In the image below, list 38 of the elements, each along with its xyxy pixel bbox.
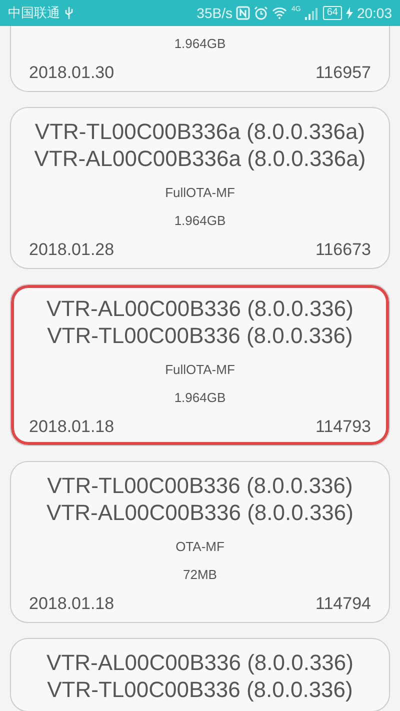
nfc-icon <box>236 6 250 20</box>
firmware-version: VTR-AL00C00B336 (8.0.0.336) <box>46 295 354 322</box>
release-date: 2018.01.28 <box>29 240 114 260</box>
package-type: OTA-MF <box>176 539 224 554</box>
carrier-name: 中国联通 <box>8 5 60 22</box>
firmware-card[interactable]: VTR-TL00C00B336 (8.0.0.336) VTR-AL00C00B336 (8.0.0.336) OTA-MF 72MB 2018.01.18 114794 <box>10 461 390 623</box>
firmware-version: VTR-AL00C00B336 (8.0.0.336) <box>46 649 354 676</box>
release-date: 2018.01.30 <box>29 63 114 83</box>
firmware-version: VTR-TL00C00B336 (8.0.0.336) <box>47 472 353 499</box>
package-type: FullOTA-MF <box>165 185 235 200</box>
package-size: 72MB <box>183 567 217 582</box>
firmware-card[interactable]: VTR-TL00C00B336a (8.0.0.336a) VTR-AL00C00B336a (8.0.0.336a) FullOTA-MF 1.964GB 2018.01.28 116673 <box>10 107 390 269</box>
package-id: 114793 <box>316 417 371 437</box>
package-type: FullOTA-MF <box>165 362 235 377</box>
wifi-icon <box>272 7 288 19</box>
clock-time: 20:03 <box>356 5 392 21</box>
release-date: 2018.01.18 <box>29 417 114 437</box>
firmware-card[interactable]: VTR-AL00C00B336 (8.0.0.336) VTR-TL00C00B336 (8.0.0.336) FullOTA-MF 1.964GB 2018.01.18 114793 <box>10 284 390 446</box>
firmware-card[interactable]: VTR-AL00C00B336 (8.0.0.336) VTR-TL00C00B336 (8.0.0.336) <box>10 638 390 711</box>
signal-icon <box>304 6 319 20</box>
package-id: 116957 <box>316 63 371 83</box>
battery-level: 64 <box>322 6 342 20</box>
firmware-version: VTR-AL00C00B336 (8.0.0.336) <box>46 499 354 526</box>
package-size: 1.964GB <box>174 213 226 228</box>
release-date: 2018.01.18 <box>29 594 114 614</box>
alarm-icon <box>254 6 268 20</box>
package-id: 116673 <box>316 240 371 260</box>
firmware-card[interactable]: 1.964GB 2018.01.30 116957 <box>10 26 390 92</box>
firmware-version: VTR-TL00C00B336a (8.0.0.336a) <box>34 118 366 145</box>
charging-icon <box>346 7 353 19</box>
package-size: 1.964GB <box>174 36 226 51</box>
firmware-version: VTR-AL00C00B336a (8.0.0.336a) <box>34 145 366 172</box>
firmware-version: VTR-TL00C00B336 (8.0.0.336) <box>47 322 353 349</box>
firmware-version: VTR-TL00C00B336 (8.0.0.336) <box>47 676 353 703</box>
package-size: 1.964GB <box>174 390 226 405</box>
network-speed: 35B/s <box>196 5 232 21</box>
usb-icon <box>64 6 74 20</box>
package-id: 114794 <box>316 594 371 614</box>
